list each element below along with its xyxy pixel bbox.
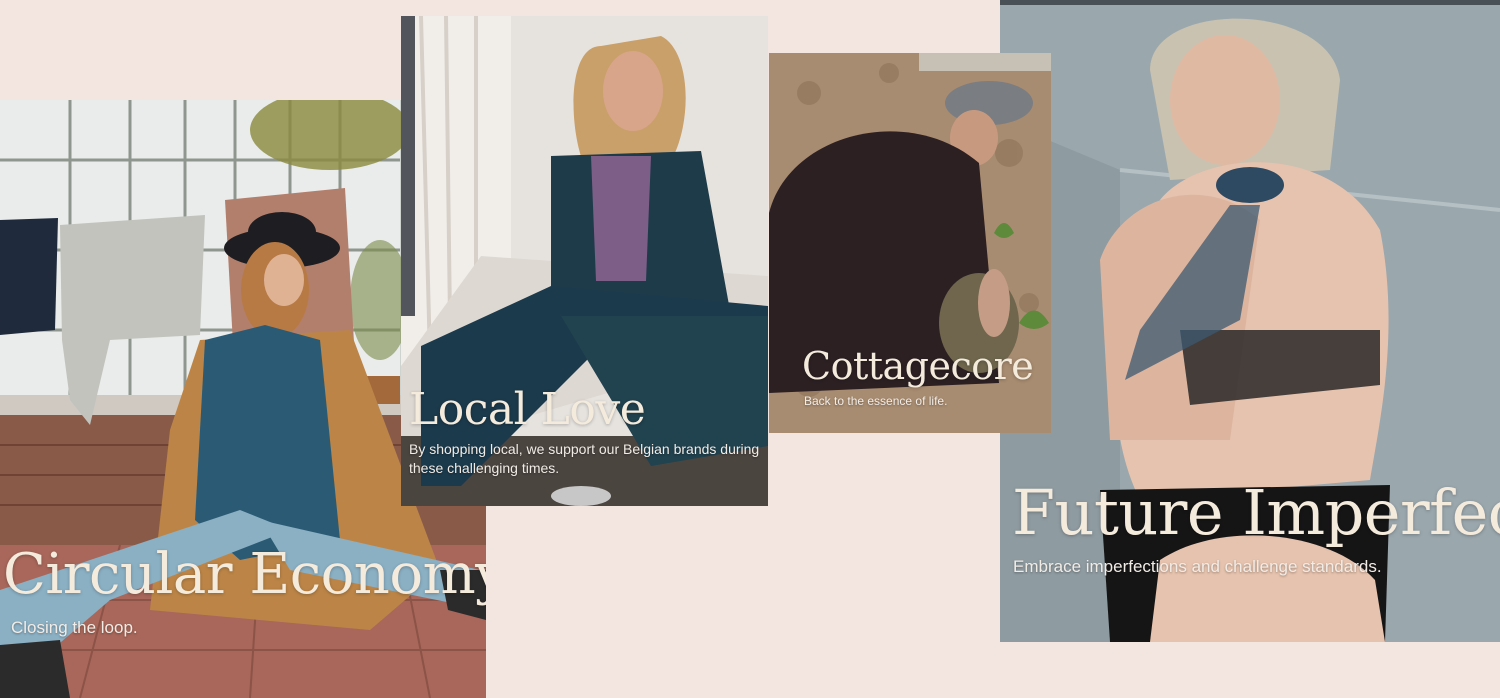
card-cottagecore[interactable]: Cottagecore Back to the essence of life. (769, 53, 1051, 433)
card-local-love[interactable]: Local Love By shopping local, we support… (401, 16, 768, 506)
local-love-title: Local Love (409, 384, 646, 435)
card-future-imperfect[interactable]: Future Imperfect Embrace imperfections a… (1000, 0, 1500, 642)
local-love-subtitle: By shopping local, we support our Belgia… (409, 441, 760, 476)
cottagecore-subtitle: Back to the essence of life. (804, 394, 948, 408)
future-imperfect-subtitle: Embrace imperfections and challenge stan… (1013, 557, 1382, 576)
circular-economy-subtitle: Closing the loop. (11, 618, 138, 637)
cottagecore-title: Cottagecore (802, 344, 1034, 388)
circular-economy-title: Circular Economy (3, 542, 486, 607)
future-imperfect-title: Future Imperfect (1012, 476, 1500, 549)
